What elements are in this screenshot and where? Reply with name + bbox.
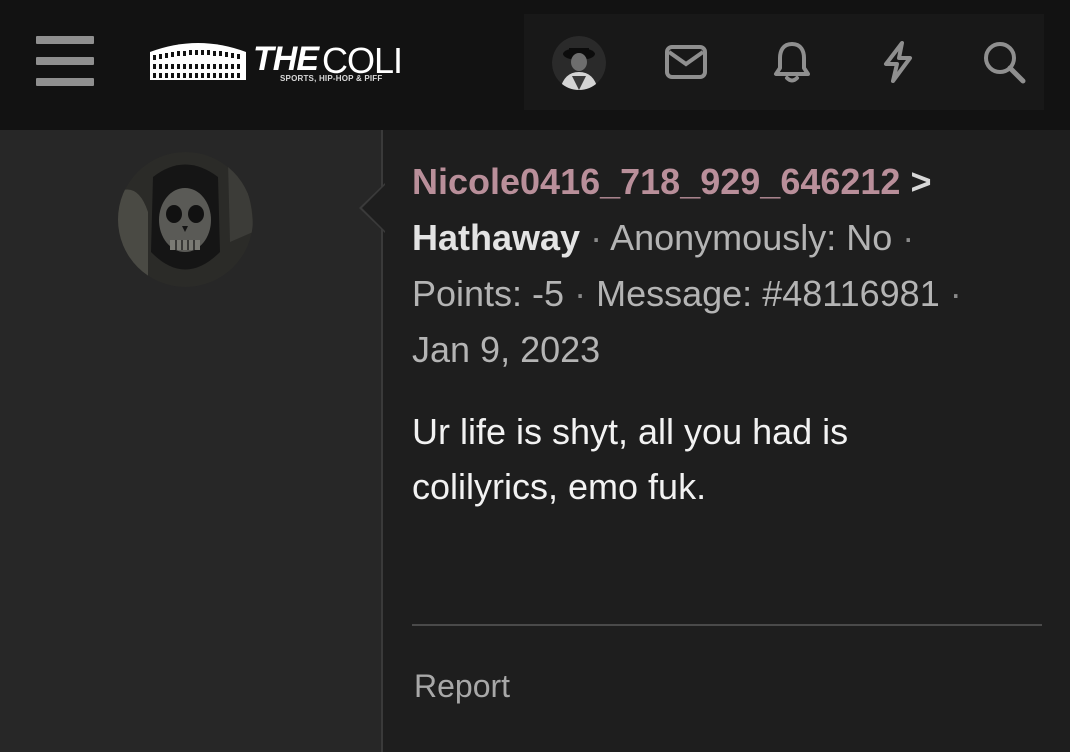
top-header: THE COLI SPORTS, HIP-HOP & PIFF	[0, 0, 1070, 130]
post-body-line: Ur life is shyt, all you had is	[412, 411, 849, 452]
anonymous-status: Anonymously: No	[610, 217, 893, 258]
envelope-icon[interactable]	[662, 38, 710, 86]
account-avatar-image	[552, 36, 606, 90]
post-body-line: colilyrics, emo fuk.	[412, 466, 707, 507]
site-logo[interactable]: THE COLI SPORTS, HIP-HOP & PIFF	[148, 36, 418, 88]
points-value: Points: -5	[412, 273, 565, 314]
meta-dot: ·	[590, 217, 603, 258]
meta-dot: ·	[902, 217, 915, 258]
logo-tagline: SPORTS, HIP-HOP & PIFF	[280, 74, 383, 83]
meta-dot: ·	[949, 273, 962, 314]
meta-dot: ·	[574, 273, 587, 314]
account-avatar[interactable]	[552, 36, 606, 90]
search-icon[interactable]	[980, 38, 1028, 86]
post-pointer-arrow-inner	[362, 185, 385, 231]
post-footer-divider	[412, 624, 1042, 626]
report-link[interactable]: Report	[414, 668, 510, 705]
post-header: Nicole0416_718_929_646212 > Hathaway · A…	[412, 154, 1042, 378]
post-date: Jan 9, 2023	[412, 329, 601, 370]
lightning-bolt-icon[interactable]	[874, 38, 922, 86]
author-avatar[interactable]	[118, 152, 253, 287]
post-body: Ur life is shyt, all you had is colilyri…	[412, 404, 1012, 514]
message-number-link[interactable]: Message: #48116981	[596, 273, 940, 314]
recipient-separator: >	[910, 161, 932, 202]
colosseum-logo-icon	[150, 43, 246, 80]
author-username-link[interactable]: Nicole0416_718_929_646212	[412, 161, 900, 202]
recipient-username-link[interactable]: Hathaway	[412, 217, 580, 258]
bell-icon[interactable]	[768, 38, 816, 86]
hamburger-menu-icon[interactable]	[36, 36, 94, 86]
skull-mask-avatar-image	[118, 152, 253, 287]
